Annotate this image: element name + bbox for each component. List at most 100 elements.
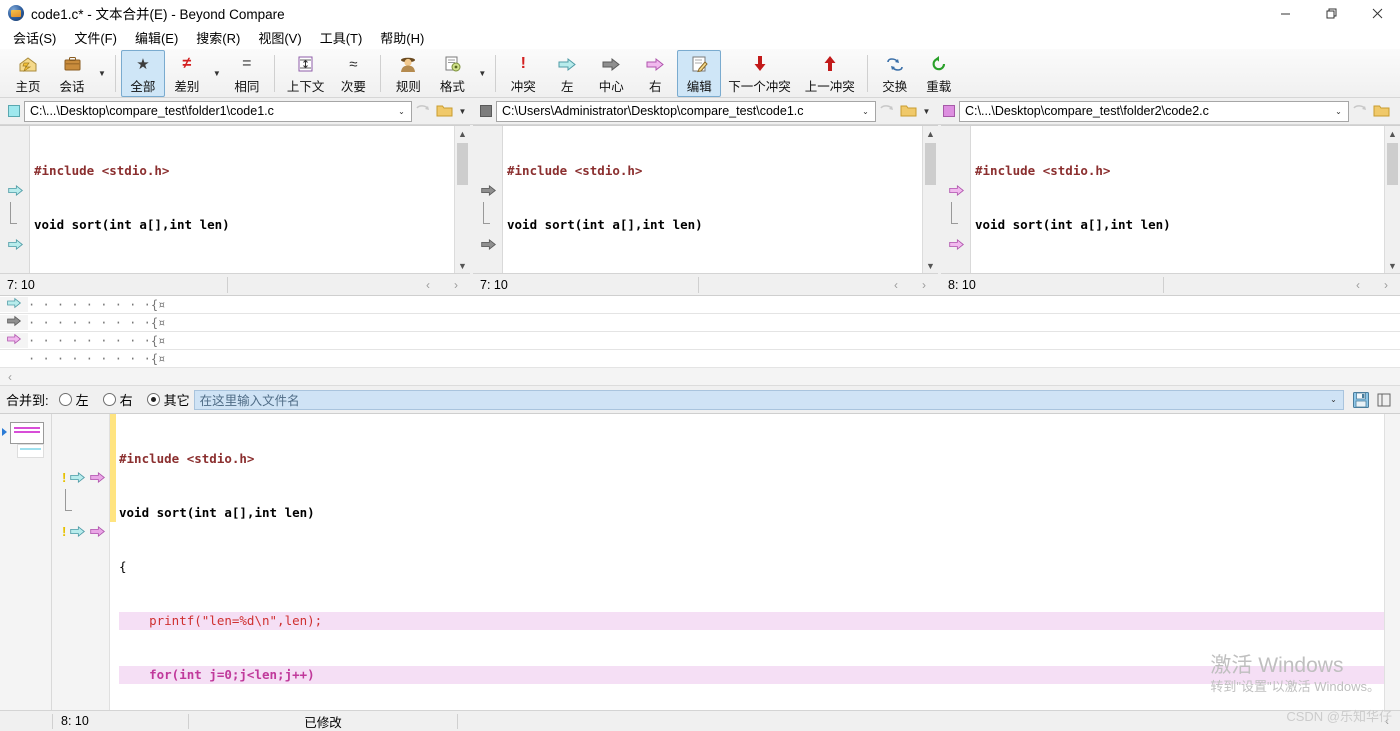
left-gutter-arrow-row7[interactable] bbox=[7, 238, 24, 253]
toolbar-next-conflict-button[interactable]: 下一个冲突 bbox=[721, 50, 798, 97]
overview-thumbnail-top[interactable] bbox=[10, 422, 44, 444]
menu-search[interactable]: 搜索(R) bbox=[187, 25, 249, 50]
toolbar-minor-button[interactable]: ≈ 次要 bbox=[331, 50, 375, 97]
maximize-restore-button[interactable] bbox=[1308, 0, 1354, 26]
right-path-dropdown-caret-icon[interactable]: ⌄ bbox=[1331, 107, 1346, 116]
merge-radio-right[interactable] bbox=[102, 393, 116, 406]
toolbar-conflict-button[interactable]: ! 冲突 bbox=[501, 50, 545, 97]
left-path-input[interactable]: C:\...\Desktop\compare_test\folder1\code… bbox=[24, 100, 412, 122]
center-gutter-arrow-row4[interactable] bbox=[480, 184, 497, 199]
overview-thumbnail-bottom[interactable] bbox=[17, 444, 44, 458]
merge-option-right[interactable]: 右 bbox=[102, 390, 133, 409]
merge-option-other[interactable]: 其它 bbox=[146, 390, 190, 409]
output-conflict-marker-row4[interactable]: ! bbox=[62, 471, 106, 484]
strip-arrow-cyan-icon[interactable] bbox=[0, 297, 28, 312]
conflict-strip-row[interactable]: · · · · · · · · ·{¤ bbox=[0, 332, 1400, 350]
toolbar-take-center-button[interactable]: 中心 bbox=[589, 50, 633, 97]
right-scroll-down-icon[interactable]: ▼ bbox=[1388, 258, 1397, 273]
menu-session[interactable]: 会话(S) bbox=[4, 25, 65, 50]
center-hscroll-left-icon[interactable]: ‹ bbox=[882, 278, 910, 292]
toolbar-take-left-button[interactable]: 左 bbox=[545, 50, 589, 97]
menu-help[interactable]: 帮助(H) bbox=[371, 25, 433, 50]
toolbar-home-button[interactable]: 主页 bbox=[6, 50, 50, 97]
right-gutter-arrow-row4[interactable] bbox=[948, 184, 965, 199]
right-browse-folder-icon[interactable] bbox=[1371, 100, 1393, 122]
menu-file[interactable]: 文件(F) bbox=[65, 25, 126, 50]
left-browse-folder-icon[interactable] bbox=[434, 100, 456, 122]
output-vertical-scrollbar[interactable] bbox=[1384, 414, 1400, 710]
merge-radio-left[interactable] bbox=[58, 393, 72, 406]
session-dropdown-caret-icon[interactable]: ▼ bbox=[94, 50, 110, 97]
menu-view[interactable]: 视图(V) bbox=[249, 25, 310, 50]
strip-arrow-gray-icon[interactable] bbox=[0, 315, 28, 330]
left-swap-sides-icon[interactable] bbox=[412, 100, 434, 122]
toolbar-all-button[interactable]: ★ 全部 bbox=[120, 50, 165, 97]
menu-edit[interactable]: 编辑(E) bbox=[126, 25, 187, 50]
right-pane-vertical-scrollbar[interactable]: ▲ ▼ bbox=[1384, 126, 1400, 273]
format-dropdown-caret-icon[interactable]: ▼ bbox=[474, 50, 490, 97]
toolbar-format-button[interactable]: 格式 bbox=[430, 50, 474, 97]
toolbar-context-button[interactable]: 上下文 bbox=[280, 50, 332, 97]
center-pane-vertical-scrollbar[interactable]: ▲ ▼ bbox=[922, 126, 938, 273]
center-swap-sides-icon[interactable] bbox=[876, 100, 898, 122]
strip-hscroll-left-icon[interactable]: ‹ bbox=[0, 368, 1400, 385]
accept-right-arrow-icon bbox=[90, 471, 106, 484]
toolbar-same-button[interactable]: = 相同 bbox=[225, 50, 269, 97]
right-scroll-up-icon[interactable]: ▲ bbox=[1388, 126, 1397, 141]
center-hscroll-right-icon[interactable]: › bbox=[910, 278, 938, 292]
differences-dropdown-caret-icon[interactable]: ▼ bbox=[209, 50, 225, 97]
close-button[interactable] bbox=[1354, 0, 1400, 26]
toolbar-differences-button[interactable]: ≠ 差别 bbox=[165, 50, 209, 97]
toolbar-session-button[interactable]: 会话 bbox=[50, 50, 94, 97]
conflict-strip-row[interactable]: · · · · · · · · ·{¤ bbox=[0, 314, 1400, 332]
center-code-area[interactable]: #include <stdio.h> void sort(int a[],int… bbox=[503, 126, 922, 273]
left-scroll-thumb[interactable] bbox=[457, 143, 468, 185]
right-gutter-arrow-row7[interactable] bbox=[948, 238, 965, 253]
merge-radio-other[interactable] bbox=[146, 393, 160, 406]
center-browse-caret-icon[interactable]: ▼ bbox=[920, 107, 933, 116]
right-code-area[interactable]: #include <stdio.h> void sort(int a[],int… bbox=[971, 126, 1384, 273]
merge-filename-input[interactable]: 在这里输入文件名 ⌄ bbox=[193, 389, 1344, 410]
left-code-area[interactable]: #include <stdio.h> void sort(int a[],int… bbox=[30, 126, 454, 273]
merge-option-left[interactable]: 左 bbox=[58, 390, 89, 409]
center-scroll-up-icon[interactable]: ▲ bbox=[926, 126, 935, 141]
conflict-strip-row[interactable]: · · · · · · · · ·{¤ bbox=[0, 296, 1400, 314]
toolbar-rules-button[interactable]: 规则 bbox=[386, 50, 430, 97]
toolbar-minor-label: 次要 bbox=[340, 80, 366, 94]
minimize-button[interactable] bbox=[1262, 0, 1308, 26]
merge-panel-toggle-icon[interactable] bbox=[1374, 393, 1394, 407]
right-path-input[interactable]: C:\...\Desktop\compare_test\folder2\code… bbox=[959, 100, 1349, 122]
toolbar-edit-button[interactable]: 编辑 bbox=[677, 50, 722, 97]
center-path-dropdown-caret-icon[interactable]: ⌄ bbox=[858, 107, 873, 116]
left-browse-caret-icon[interactable]: ▼ bbox=[456, 107, 469, 116]
center-path-input[interactable]: C:\Users\Administrator\Desktop\compare_t… bbox=[496, 100, 876, 122]
center-browse-folder-icon[interactable] bbox=[898, 100, 920, 122]
center-gutter-arrow-row7[interactable] bbox=[480, 238, 497, 253]
left-gutter-arrow-row4[interactable] bbox=[7, 184, 24, 199]
strip-arrow-pink-icon[interactable] bbox=[0, 333, 28, 348]
left-hscroll-right-icon[interactable]: › bbox=[442, 278, 470, 292]
merge-save-button[interactable] bbox=[1348, 391, 1374, 409]
left-hscroll-left-icon[interactable]: ‹ bbox=[414, 278, 442, 292]
left-path-dropdown-caret-icon[interactable]: ⌄ bbox=[394, 107, 409, 116]
output-conflict-marker-row7[interactable]: ! bbox=[62, 525, 106, 538]
merge-filename-dropdown-caret-icon[interactable]: ⌄ bbox=[1326, 395, 1341, 404]
toolbar-prev-conflict-button[interactable]: 上一冲突 bbox=[798, 50, 862, 97]
right-swap-sides-icon[interactable] bbox=[1349, 100, 1371, 122]
center-scroll-down-icon[interactable]: ▼ bbox=[926, 258, 935, 273]
right-scroll-thumb[interactable] bbox=[1387, 143, 1398, 185]
left-scroll-up-icon[interactable]: ▲ bbox=[458, 126, 467, 141]
toolbar-reload-button[interactable]: 重载 bbox=[917, 50, 961, 97]
statusbar-hscroll-left-icon[interactable]: ‹ bbox=[1374, 714, 1400, 728]
left-pane-vertical-scrollbar[interactable]: ▲ ▼ bbox=[454, 126, 470, 273]
right-hscroll-left-icon[interactable]: ‹ bbox=[1344, 278, 1372, 292]
merged-code-editor[interactable]: #include <stdio.h> void sort(int a[],int… bbox=[116, 414, 1384, 710]
menu-tools[interactable]: 工具(T) bbox=[311, 25, 372, 50]
right-hscroll-right-icon[interactable]: › bbox=[1372, 278, 1400, 292]
left-scroll-down-icon[interactable]: ▼ bbox=[458, 258, 467, 273]
overview-thumbnail-column[interactable] bbox=[0, 414, 52, 710]
center-scroll-thumb[interactable] bbox=[925, 143, 936, 185]
toolbar-take-right-button[interactable]: 右 bbox=[633, 50, 677, 97]
conflict-strip-row[interactable]: · · · · · · · · ·{¤ bbox=[0, 350, 1400, 368]
toolbar-swap-button[interactable]: 交换 bbox=[873, 50, 917, 97]
